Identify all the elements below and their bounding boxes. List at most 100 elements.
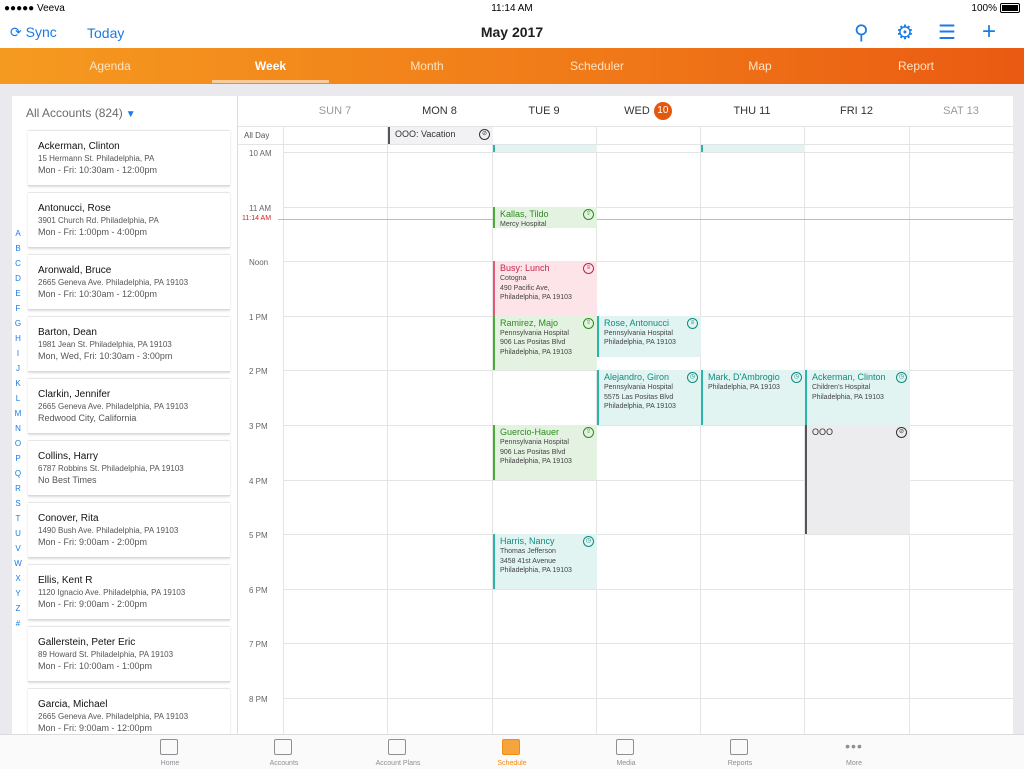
calendar-event[interactable] xyxy=(701,145,805,152)
person-icon: ⇧ xyxy=(583,427,594,438)
account-card[interactable]: Antonucci, Rose 3901 Church Rd. Philadelp… xyxy=(28,192,230,248)
alphabet-letter[interactable]: S xyxy=(12,496,24,511)
calendar-event[interactable]: Guercio-Hauer Pennsylvania Hospital 906 La… xyxy=(493,425,597,480)
alphabet-letter[interactable]: Z xyxy=(12,601,24,616)
alphabet-letter[interactable]: Y xyxy=(12,586,24,601)
tab-week[interactable]: Week xyxy=(212,48,329,84)
alphabet-letter[interactable]: D xyxy=(12,271,24,286)
person-icon: ⇧ xyxy=(583,208,594,220)
alphabet-letter[interactable]: A xyxy=(12,226,24,241)
event-detail-line: 5575 Las Positas Blvd xyxy=(604,393,674,401)
account-card[interactable]: Gallerstein, Peter Eric 89 Howard St. Phi… xyxy=(28,626,230,682)
event-detail-line: 906 Las Positas Blvd xyxy=(500,448,566,456)
alphabet-letter[interactable]: L xyxy=(12,391,24,406)
alphabet-letter[interactable]: H xyxy=(12,331,24,346)
search-icon[interactable]: ⚲ xyxy=(854,20,869,45)
alphabet-letter[interactable]: J xyxy=(12,361,24,376)
alphabet-letter[interactable]: C xyxy=(12,256,24,271)
meal-icon: ≡ xyxy=(687,317,698,329)
calendar-event[interactable]: Busy: Lunch Cotogna 490 Pacific Ave, Philad… xyxy=(493,261,597,316)
alphabet-letter[interactable]: M xyxy=(12,406,24,421)
alphabet-letter[interactable]: Q xyxy=(12,466,24,481)
blocked-icon: ⊘ xyxy=(896,427,907,438)
account-card[interactable]: Conover, Rita 1490 Bush Ave. Philadelphia… xyxy=(28,502,230,558)
alphabet-letter[interactable]: X xyxy=(12,571,24,586)
account-card[interactable]: Collins, Harry 6787 Robbins St. Philadelp… xyxy=(28,440,230,496)
alphabet-letter[interactable]: K xyxy=(12,376,24,391)
day-header[interactable]: THU 11 xyxy=(700,96,804,126)
day-header[interactable]: SAT 13 xyxy=(909,96,1013,126)
event-details: Pennsylvania Hospital 906 Las Positas Blv… xyxy=(500,329,572,358)
add-icon[interactable]: + xyxy=(982,18,996,46)
hour-line xyxy=(283,698,1013,699)
event-detail-line: Mercy Hospital xyxy=(500,220,547,228)
alphabet-letter[interactable]: F xyxy=(12,301,24,316)
grid-line xyxy=(238,144,1013,145)
account-card[interactable]: Ellis, Kent R 1120 Ignacio Ave. Philadelp… xyxy=(28,564,230,620)
bottom-tab-home[interactable]: Home xyxy=(113,735,227,769)
all-day-event[interactable]: OOO: Vacation ⊘ xyxy=(388,127,493,144)
filter-sliders-icon[interactable]: ☰ xyxy=(938,20,956,45)
accounts-filter-dropdown[interactable]: All Accounts (824) ▼ xyxy=(26,106,136,120)
event-title: Alejandro, Giron xyxy=(604,372,670,383)
tab-month[interactable]: Month xyxy=(370,48,484,84)
tab-agenda[interactable]: Agenda xyxy=(55,48,165,84)
battery-label: 100% xyxy=(971,3,997,14)
account-card[interactable]: Barton, Dean 1981 Jean St. Philadelphia, … xyxy=(28,316,230,372)
alphabet-letter[interactable]: B xyxy=(12,241,24,256)
alphabet-letter[interactable]: W xyxy=(12,556,24,571)
calendar-event[interactable]: Mark, D'Ambrogio Philadelphia, PA 19103 ◷ xyxy=(701,370,805,425)
calendar-event[interactable]: Ramirez, Majo Pennsylvania Hospital 906 La… xyxy=(493,315,597,371)
clock-icon: ◷ xyxy=(896,372,907,384)
calendar-event[interactable]: Kallas, Tildo Mercy Hospital ⇧ xyxy=(493,206,597,229)
bottom-tab-account-plans[interactable]: Account Plans xyxy=(341,735,455,769)
calendar-event[interactable]: OOO ⊘ xyxy=(805,425,910,535)
gear-icon[interactable]: ⚙ xyxy=(896,20,914,45)
alphabet-letter[interactable]: # xyxy=(12,616,24,631)
account-address: 1120 Ignacio Ave. Philadelphia, PA 19103 xyxy=(38,588,186,597)
account-name: Collins, Harry xyxy=(38,451,99,462)
account-best-times: Mon - Fri: 9:00am - 2:00pm xyxy=(38,599,148,609)
alphabet-letter[interactable]: U xyxy=(12,526,24,541)
calendar-event[interactable]: Harris, Nancy Thomas Jefferson 3458 41st A… xyxy=(493,534,597,589)
alphabet-letter[interactable]: E xyxy=(12,286,24,301)
account-card[interactable]: Ackerman, Clinton 15 Hermann St. Philadel… xyxy=(28,130,230,186)
day-header[interactable]: MON 8 xyxy=(387,96,492,126)
accounts-icon xyxy=(274,739,292,755)
tab-scheduler[interactable]: Scheduler xyxy=(527,48,667,84)
alphabet-letter[interactable]: P xyxy=(12,451,24,466)
alphabet-letter[interactable]: N xyxy=(12,421,24,436)
home-icon xyxy=(160,739,178,755)
calendar-event[interactable] xyxy=(493,145,597,152)
bottom-tab-label: More xyxy=(846,760,862,767)
alphabet-letter[interactable]: R xyxy=(12,481,24,496)
alphabet-letter[interactable]: V xyxy=(12,541,24,556)
tab-report[interactable]: Report xyxy=(860,48,972,84)
calendar-event[interactable]: Alejandro, Giron Pennsylvania Hospital 557… xyxy=(597,370,701,425)
event-title: Ackerman, Clinton xyxy=(812,372,886,383)
tab-map[interactable]: Map xyxy=(703,48,817,84)
day-header[interactable]: WED 10 xyxy=(596,96,700,126)
alphabet-letter[interactable]: O xyxy=(12,436,24,451)
bottom-tab-reports[interactable]: Reports xyxy=(683,735,797,769)
day-header[interactable]: TUE 9 xyxy=(492,96,596,126)
day-header[interactable]: SUN 7 xyxy=(283,96,387,126)
bottom-tab-media[interactable]: Media xyxy=(569,735,683,769)
calendar-event[interactable]: Rose, Antonucci Pennsylvania Hospital Phil… xyxy=(597,315,701,357)
day-header[interactable]: FRI 12 xyxy=(804,96,909,126)
hour-line xyxy=(283,206,1013,208)
account-card[interactable]: Clarkin, Jennifer 2665 Geneva Ave. Philad… xyxy=(28,378,230,434)
bottom-tab-schedule[interactable]: Schedule xyxy=(455,735,569,769)
alphabet-letter[interactable]: G xyxy=(12,316,24,331)
alphabet-letter[interactable]: I xyxy=(12,346,24,361)
account-card[interactable]: Aronwald, Bruce 2665 Geneva Ave. Philadel… xyxy=(28,254,230,310)
account-best-times: Mon - Fri: 9:00am - 12:00pm xyxy=(38,723,153,733)
bottom-tab-more[interactable]: ••• More xyxy=(797,735,911,769)
alphabet-letter[interactable]: T xyxy=(12,511,24,526)
hour-label: 4 PM xyxy=(249,476,268,486)
calendar-event[interactable]: Ackerman, Clinton Children's Hospital Phil… xyxy=(805,370,910,425)
media-icon xyxy=(616,739,634,755)
bottom-tab-accounts[interactable]: Accounts xyxy=(227,735,341,769)
alphabet-index[interactable]: A B C D E F G H I J K L M N O P Q R S T U V W X Y Z # xyxy=(12,226,24,631)
event-detail-line: 906 Las Positas Blvd xyxy=(500,339,566,347)
